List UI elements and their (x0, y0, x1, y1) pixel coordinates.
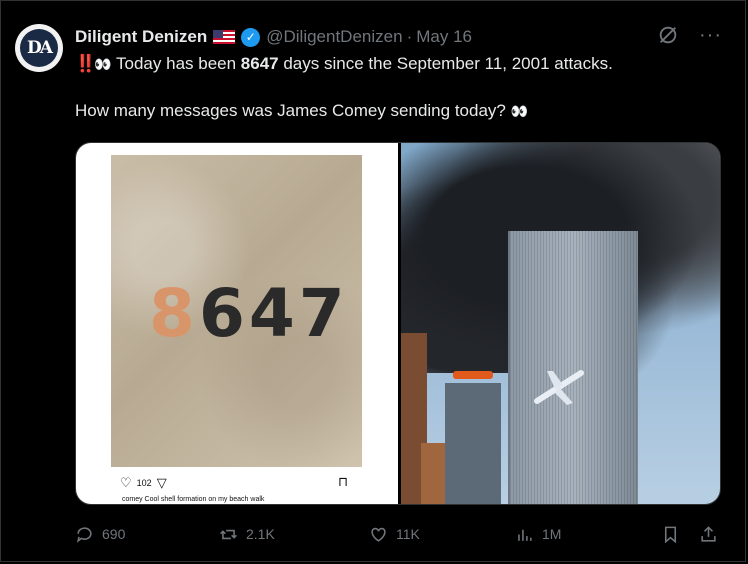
post-top-actions: ··· (657, 24, 722, 46)
reply-icon (76, 526, 92, 543)
eyes-emoji-icon: 👀 (510, 103, 529, 119)
fire-glow (453, 371, 493, 379)
like-button[interactable]: 11K (369, 525, 420, 544)
instagram-screenshot-image[interactable]: 8647 ♡ 102 ▽ ⊓ comey Cool shell formatio… (76, 143, 398, 504)
share-button[interactable] (699, 525, 718, 544)
line2-text: How many messages was James Comey sendin… (75, 101, 511, 120)
airplane-icon (534, 370, 584, 405)
repost-count: 2.1K (246, 526, 275, 542)
reply-button[interactable]: 690 (75, 525, 125, 544)
north-tower (445, 383, 501, 504)
author-handle[interactable]: @DiligentDenizen (266, 27, 402, 47)
building-left-small (421, 443, 447, 504)
author-avatar[interactable]: DA (15, 24, 63, 72)
post-header: Diligent Denizen ✓ @DiligentDenizen · Ma… (75, 26, 472, 48)
shell-number: 8647 (149, 275, 349, 352)
repost-button[interactable]: 2.1K (219, 525, 275, 544)
days-count: 8647 (240, 54, 279, 73)
reply-count: 690 (102, 526, 126, 542)
post-text: ‼️👀 Today has been 8647 days since the S… (75, 52, 725, 123)
sand-photo: 8647 (111, 155, 362, 467)
ig-bookmark-icon: ⊓ (338, 474, 349, 489)
grok-icon[interactable] (657, 24, 679, 46)
bookmark-button[interactable] (661, 525, 680, 544)
like-icon (371, 527, 386, 542)
repost-icon (220, 529, 237, 539)
towers-photo-image[interactable] (401, 143, 720, 504)
ig-caption: comey Cool shell formation on my beach w… (122, 496, 265, 503)
view-count: 1M (542, 526, 562, 542)
us-flag-icon (213, 30, 236, 44)
line1-text-before: Today has been (111, 54, 241, 73)
ig-action-bar: ♡ 102 ▽ (120, 475, 167, 491)
verified-icon: ✓ (241, 27, 261, 47)
post-date[interactable]: May 16 (416, 27, 472, 47)
more-icon[interactable]: ··· (699, 24, 722, 46)
ig-send-icon: ▽ (156, 475, 167, 490)
post-media[interactable]: 8647 ♡ 102 ▽ ⊓ comey Cool shell formatio… (75, 142, 721, 505)
bookmark-icon (664, 526, 677, 543)
post-line-2: How many messages was James Comey sendin… (75, 99, 725, 123)
views-button[interactable]: 1M (515, 525, 561, 544)
ig-like-count: 102 (136, 478, 152, 488)
eyes-emoji-icon: 👀 (94, 56, 112, 72)
post-action-bar: 690 2.1K 11K 1M (75, 520, 725, 548)
line1-text-after: days since the September 11, 2001 attack… (278, 54, 613, 73)
ig-heart-icon: ♡ (120, 475, 132, 490)
author-name[interactable]: Diligent Denizen (75, 27, 207, 47)
like-count: 11K (396, 526, 420, 542)
avatar-logo: DA (20, 29, 58, 67)
separator-dot: · (406, 27, 413, 46)
post-line-1: ‼️👀 Today has been 8647 days since the S… (75, 52, 725, 76)
share-icon (701, 525, 716, 542)
views-icon (518, 529, 532, 541)
double-exclamation-icon: ‼️ (75, 54, 96, 73)
